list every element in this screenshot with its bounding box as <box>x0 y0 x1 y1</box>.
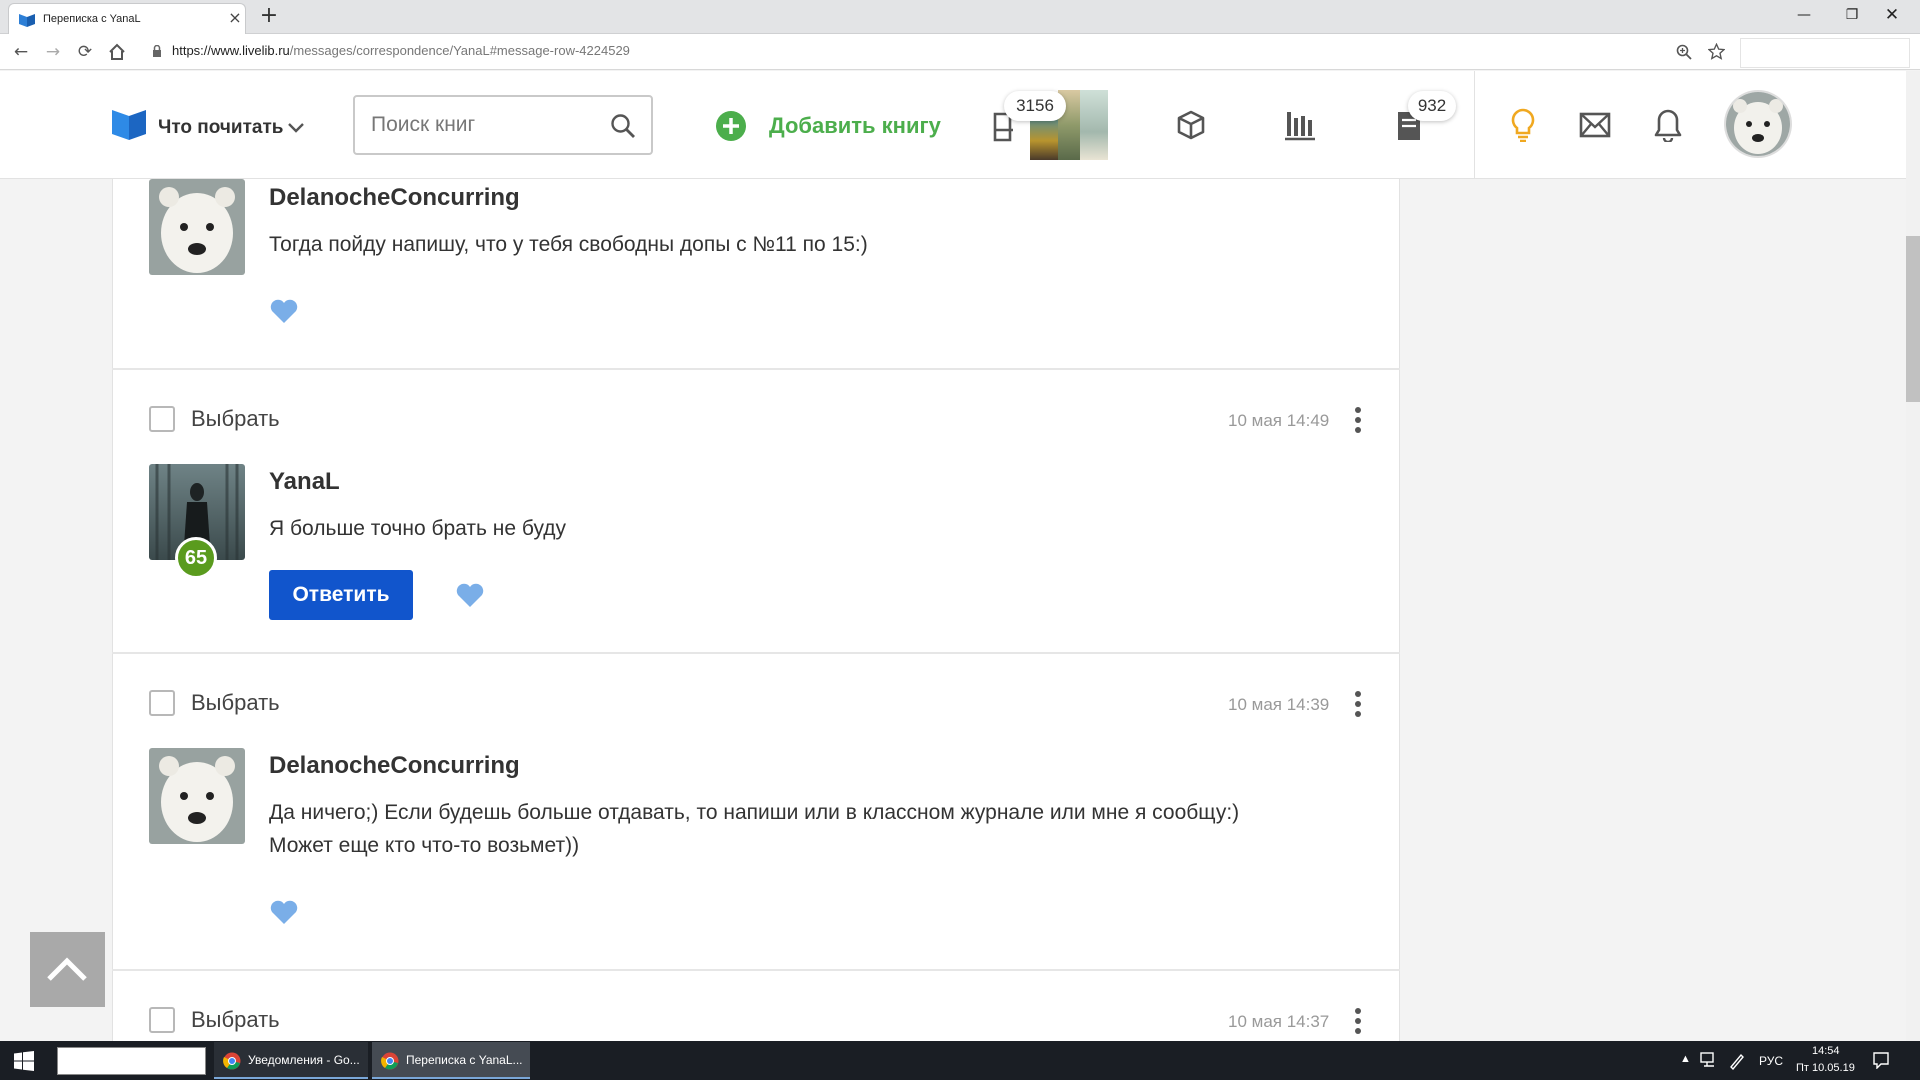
browser-tabstrip <box>0 0 1920 34</box>
search-input[interactable]: Поиск книг <box>353 95 653 155</box>
taskbar-app-correspondence[interactable]: Переписка с YanaL... <box>372 1042 530 1079</box>
message-separator <box>112 969 1400 971</box>
forward-arrow-icon[interactable]: → <box>42 41 64 63</box>
tab-close-icon[interactable]: × <box>225 8 245 27</box>
reload-icon[interactable]: ⟳ <box>74 41 96 63</box>
header-divider <box>1474 71 1475 179</box>
message-separator <box>112 652 1400 654</box>
message-date: 10 мая 14:49 <box>1228 411 1330 430</box>
search-placeholder: Поиск книг <box>371 113 476 136</box>
books-count-badge: 3156 <box>1004 91 1066 121</box>
livelib-logo-icon[interactable] <box>112 108 146 140</box>
reply-button[interactable]: Ответить <box>269 570 413 620</box>
page-scrollbar[interactable] <box>1906 71 1920 1041</box>
message-1-avatar[interactable] <box>149 179 245 275</box>
message-3-author[interactable]: DelanocheConcurring <box>269 752 520 780</box>
like-heart-icon[interactable] <box>270 900 298 925</box>
taskbar-app-notifications[interactable]: Уведомления - Go... <box>214 1042 368 1079</box>
lock-icon <box>153 45 161 57</box>
add-circle-icon[interactable] <box>715 110 747 142</box>
polar-bear-avatar <box>149 179 245 275</box>
more-options-icon[interactable] <box>1348 1006 1368 1036</box>
clock-date[interactable]: Пт 10.05.19 <box>1796 1062 1855 1074</box>
user-avatar[interactable] <box>1726 92 1790 156</box>
box-icon[interactable] <box>1176 110 1206 140</box>
message-1-text: Тогда пойду напишу, что у тебя свободны … <box>269 233 868 256</box>
url-path: /messages/correspondence/YanaL#message-r… <box>289 43 630 58</box>
search-icon[interactable] <box>610 113 636 139</box>
chrome-icon <box>381 1052 399 1070</box>
new-tab-button[interactable]: + <box>256 5 282 29</box>
message-1-author[interactable]: DelanocheConcurring <box>269 184 520 212</box>
extension-box[interactable] <box>1740 38 1910 68</box>
select-label[interactable]: Выбрать <box>191 406 280 432</box>
nav-what-to-read[interactable]: Что почитать <box>158 117 283 139</box>
message-3-avatar[interactable] <box>149 748 245 844</box>
tray-chevron-up-icon[interactable]: ▲ <box>1680 1053 1691 1065</box>
clock-time[interactable]: 14:54 <box>1812 1045 1840 1057</box>
taskbar-app-label: Уведомления - Go... <box>248 1053 360 1067</box>
restore-window-button[interactable]: ❐ <box>1832 4 1872 28</box>
action-center-icon[interactable] <box>1872 1051 1890 1069</box>
user-level-badge: 65 <box>175 537 217 579</box>
add-book-link[interactable]: Добавить книгу <box>769 113 941 139</box>
message-date: 10 мая 14:37 <box>1228 1012 1330 1031</box>
taskbar-app-label: Переписка с YanaL... <box>406 1053 523 1067</box>
message-separator <box>112 368 1400 370</box>
polar-bear-avatar <box>149 748 245 844</box>
taskbar-search-box[interactable] <box>57 1047 206 1075</box>
message-3-text-line2: Может еще кто что-то возьмет)) <box>269 834 580 857</box>
message-3-text-line1: Да ничего;) Если будешь больше отдавать,… <box>269 801 1240 824</box>
scroll-to-top-button[interactable] <box>30 932 105 1007</box>
select-checkbox[interactable] <box>149 1007 175 1033</box>
lightbulb-icon[interactable] <box>1510 108 1536 142</box>
url-host: https://www.livelib.ru <box>172 43 290 58</box>
select-checkbox[interactable] <box>149 406 175 432</box>
network-icon[interactable] <box>1700 1052 1718 1068</box>
message-date: 10 мая 14:39 <box>1228 695 1330 714</box>
livelib-favicon-icon <box>19 14 35 27</box>
back-arrow-icon[interactable]: ← <box>10 41 32 63</box>
tab-title: Переписка с YanaL <box>43 13 141 25</box>
message-2-author[interactable]: YanaL <box>269 468 340 496</box>
chevron-up-icon <box>47 957 87 981</box>
scrollbar-thumb[interactable] <box>1906 236 1920 402</box>
bell-icon[interactable] <box>1654 108 1682 142</box>
message-2-text: Я больше точно брать не буду <box>269 517 567 540</box>
browser-tab[interactable]: Переписка с YanaL × <box>8 3 246 34</box>
stats-icon[interactable] <box>1284 108 1316 142</box>
mail-icon[interactable] <box>1579 112 1611 138</box>
chrome-icon <box>223 1052 241 1070</box>
home-icon[interactable] <box>108 43 126 61</box>
select-label[interactable]: Выбрать <box>191 1007 280 1033</box>
like-heart-icon[interactable] <box>456 583 484 608</box>
windows-start-icon[interactable] <box>14 1051 34 1071</box>
bookmark-star-icon[interactable] <box>1708 43 1725 60</box>
reviews-count-badge: 932 <box>1408 91 1456 121</box>
chevron-down-icon[interactable] <box>287 122 305 134</box>
pen-icon[interactable] <box>1728 1052 1746 1070</box>
input-language[interactable]: РУС <box>1759 1054 1783 1068</box>
more-options-icon[interactable] <box>1348 689 1368 719</box>
like-heart-icon[interactable] <box>270 299 298 324</box>
select-label[interactable]: Выбрать <box>191 690 280 716</box>
more-options-icon[interactable] <box>1348 405 1368 435</box>
select-checkbox[interactable] <box>149 690 175 716</box>
minimize-window-button[interactable]: — <box>1784 4 1824 28</box>
site-header <box>0 71 1906 179</box>
close-window-button[interactable]: ✕ <box>1872 4 1912 28</box>
zoom-icon[interactable] <box>1676 44 1692 60</box>
address-bar-url[interactable]: https://www.livelib.ru/messages/correspo… <box>172 43 630 58</box>
polar-bear-avatar <box>1726 92 1790 156</box>
